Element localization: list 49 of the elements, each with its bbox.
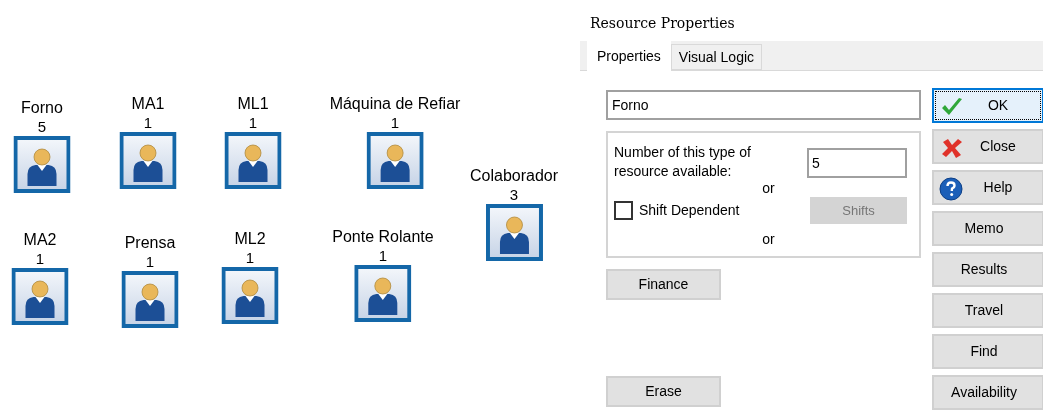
person-icon: [485, 204, 543, 261]
person-icon: [13, 136, 71, 193]
person-icon: [11, 268, 69, 325]
resource-count: 1: [35, 250, 45, 267]
finance-button[interactable]: Finance: [606, 269, 721, 300]
help-icon: [939, 177, 963, 201]
person-icon: [221, 267, 279, 324]
resource-count: 3: [509, 186, 519, 203]
dialog-button[interactable]: Travel: [932, 293, 1043, 328]
resource-count: 1: [248, 114, 258, 131]
resource-count: 1: [145, 253, 155, 270]
help-button[interactable]: Help: [932, 170, 1043, 205]
or-text: or: [761, 179, 775, 197]
shift-dependent-checkbox[interactable]: [614, 201, 633, 220]
number-label: Number of this type of resource available:: [614, 143, 752, 181]
ok-button[interactable]: OK: [932, 88, 1043, 123]
person-icon: [119, 132, 177, 189]
or-text: or: [761, 230, 775, 248]
resource-name: MA2: [23, 230, 57, 250]
resource-name: ML1: [237, 94, 269, 114]
resource-name: MA1: [131, 94, 165, 114]
number-field[interactable]: 5: [807, 148, 907, 178]
person-icon: [121, 271, 179, 328]
resource-count: 1: [378, 247, 388, 264]
resource-name: Colaborador: [469, 166, 559, 186]
resource-name: Prensa: [124, 233, 176, 253]
close-icon: [940, 137, 964, 159]
dialog-title: Resource Properties: [589, 14, 736, 33]
dialog-button[interactable]: Availability: [932, 375, 1043, 410]
resource-count: 1: [245, 249, 255, 266]
tab[interactable]: Properties: [587, 41, 671, 71]
resource-name: Forno: [21, 98, 63, 118]
resource-count: 1: [143, 114, 153, 131]
close-button[interactable]: Close: [932, 129, 1043, 164]
dialog-button[interactable]: Results: [932, 252, 1043, 287]
tab[interactable]: Visual Logic: [670, 44, 763, 70]
erase-button[interactable]: Erase: [606, 376, 721, 407]
resource-name: ML2: [234, 229, 266, 249]
dialog-button[interactable]: Find: [932, 334, 1043, 369]
resource-name: Ponte Rolante: [332, 227, 434, 247]
resource-count: 1: [390, 114, 400, 131]
person-icon: [354, 265, 412, 322]
dialog-button[interactable]: Memo: [932, 211, 1043, 246]
resource-name: Máquina de Refiar: [329, 94, 461, 114]
person-icon: [366, 132, 424, 189]
name-field[interactable]: Forno: [606, 90, 921, 120]
resource-count: 5: [37, 118, 47, 135]
checkbox-label: Shift Dependent: [639, 201, 740, 220]
person-icon: [224, 132, 282, 189]
